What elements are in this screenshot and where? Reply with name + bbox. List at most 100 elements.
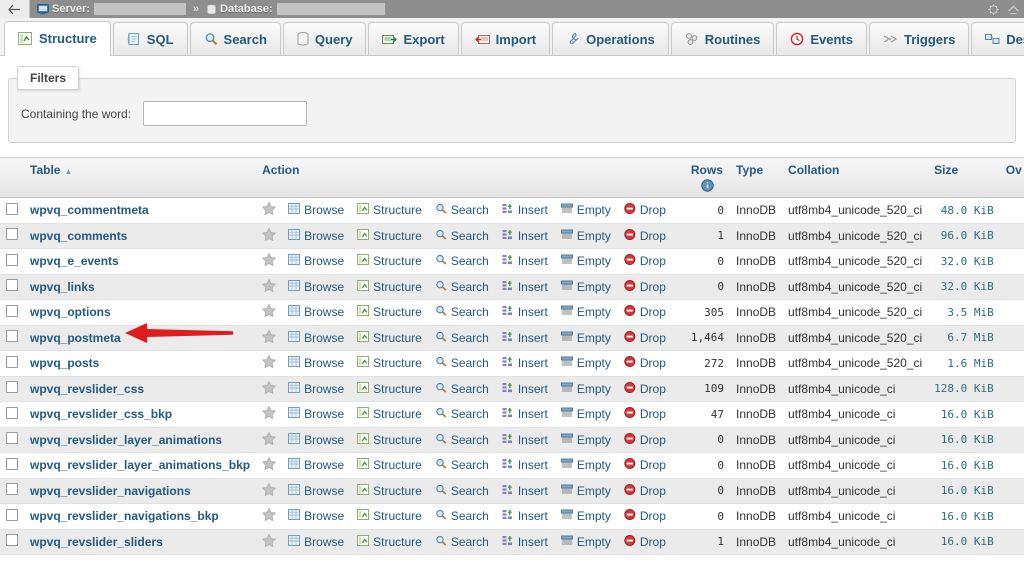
structure-link[interactable]: Structure [357,279,422,294]
favorite-star-icon[interactable] [261,405,277,422]
insert-link[interactable]: Insert [502,331,548,345]
empty-link[interactable]: Empty [560,407,611,421]
browse-link[interactable]: Browse [288,509,344,523]
favorite-star-icon[interactable] [261,482,277,499]
search-link[interactable]: Search [435,356,489,370]
browse-link[interactable]: Browse [288,458,344,472]
search-link[interactable]: Search [435,433,489,447]
header-size[interactable]: Size [928,157,1000,198]
empty-link[interactable]: Empty [560,229,611,243]
structure-link[interactable]: Structure [357,356,422,370]
favorite-star-icon[interactable] [261,252,277,269]
favorite-star-icon[interactable] [261,507,277,524]
search-link[interactable]: Search [435,280,489,294]
table-name-link[interactable]: wpvq_revslider_navigations [30,484,191,498]
favorite-star-icon[interactable] [261,329,277,346]
insert-link[interactable]: Insert [502,407,548,421]
structure-link[interactable]: Structure [357,432,422,447]
search-link[interactable]: Search [435,407,489,421]
browse-link[interactable]: Browse [288,432,344,447]
gear-icon[interactable] [987,2,1000,16]
browse-link[interactable]: Browse [288,228,344,243]
table-name-link[interactable]: wpvq_revslider_layer_animations_bkp [30,458,250,472]
drop-link[interactable]: Drop [624,432,666,447]
tab-events[interactable]: Events [776,22,867,55]
table-name-link[interactable]: wpvq_revslider_layer_animations [30,433,222,447]
insert-link[interactable]: Insert [502,458,548,472]
tab-query[interactable]: Query [282,22,367,55]
structure-link[interactable]: Structure [357,407,422,421]
drop-link[interactable]: Drop [624,279,666,294]
empty-link[interactable]: Empty [560,433,611,447]
search-link[interactable]: Search [435,509,489,523]
insert-link[interactable]: Insert [502,203,548,217]
structure-link[interactable]: Structure [357,305,422,319]
empty-link[interactable]: Empty [560,280,611,294]
tab-sql[interactable]: SQL [112,22,188,55]
search-link[interactable]: Search [435,458,489,472]
table-name-link[interactable]: wpvq_postmeta [30,331,121,345]
insert-link[interactable]: Insert [502,509,548,523]
favorite-star-icon[interactable] [261,303,277,320]
browse-link[interactable]: Browse [288,407,344,421]
structure-link[interactable]: Structure [357,203,422,217]
search-link[interactable]: Search [435,484,489,498]
structure-link[interactable]: Structure [357,330,422,345]
table-name-link[interactable]: wpvq_revslider_css [30,382,144,396]
tab-export[interactable]: Export [368,22,459,55]
empty-link[interactable]: Empty [560,484,611,498]
favorite-star-icon[interactable] [261,227,277,244]
table-name-link[interactable]: wpvq_commentmeta [30,203,149,217]
insert-link[interactable]: Insert [502,305,548,319]
row-checkbox[interactable] [6,508,18,521]
browse-link[interactable]: Browse [288,254,344,268]
drop-link[interactable]: Drop [624,228,666,243]
insert-link[interactable]: Insert [502,229,548,243]
empty-link[interactable]: Empty [560,305,611,319]
tab-routines[interactable]: Routines [670,22,775,55]
empty-link[interactable]: Empty [560,535,611,549]
back-button[interactable] [0,0,30,18]
collapse-icon[interactable] [1007,3,1020,16]
select-all-header[interactable] [0,157,24,198]
favorite-star-icon[interactable] [261,278,277,295]
drop-link[interactable]: Drop [624,381,666,396]
row-checkbox[interactable] [6,534,18,547]
table-name-link[interactable]: wpvq_links [30,280,95,294]
containing-word-input[interactable] [143,101,308,126]
empty-link[interactable]: Empty [560,356,611,370]
favorite-star-icon[interactable] [261,456,277,473]
row-checkbox[interactable] [6,304,18,317]
insert-link[interactable]: Insert [502,382,548,396]
empty-link[interactable]: Empty [560,203,611,217]
empty-link[interactable]: Empty [560,254,611,268]
structure-link[interactable]: Structure [357,534,422,549]
table-name-link[interactable]: wpvq_comments [30,229,127,243]
browse-link[interactable]: Browse [288,305,344,319]
favorite-star-icon[interactable] [261,431,277,448]
search-link[interactable]: Search [435,254,489,268]
row-checkbox[interactable] [6,355,18,368]
drop-link[interactable]: Drop [624,356,666,370]
drop-link[interactable]: Drop [624,483,666,498]
favorite-star-icon[interactable] [261,201,277,218]
search-link[interactable]: Search [435,331,489,345]
row-checkbox[interactable] [6,228,18,241]
row-checkbox[interactable] [6,406,18,419]
tab-operations[interactable]: Operations [552,22,669,55]
browse-link[interactable]: Browse [288,483,344,498]
table-name-link[interactable]: wpvq_options [30,305,111,319]
search-link[interactable]: Search [435,382,489,396]
structure-link[interactable]: Structure [357,381,422,396]
browse-link[interactable]: Browse [288,381,344,396]
drop-link[interactable]: Drop [624,407,666,421]
structure-link[interactable]: Structure [357,458,422,472]
search-link[interactable]: Search [435,203,489,217]
structure-link[interactable]: Structure [357,228,422,243]
empty-link[interactable]: Empty [560,382,611,396]
row-checkbox[interactable] [6,202,18,215]
row-checkbox[interactable] [6,432,18,445]
drop-link[interactable]: Drop [624,509,666,523]
header-overhead[interactable]: Ov [999,157,1024,198]
search-link[interactable]: Search [435,535,489,549]
